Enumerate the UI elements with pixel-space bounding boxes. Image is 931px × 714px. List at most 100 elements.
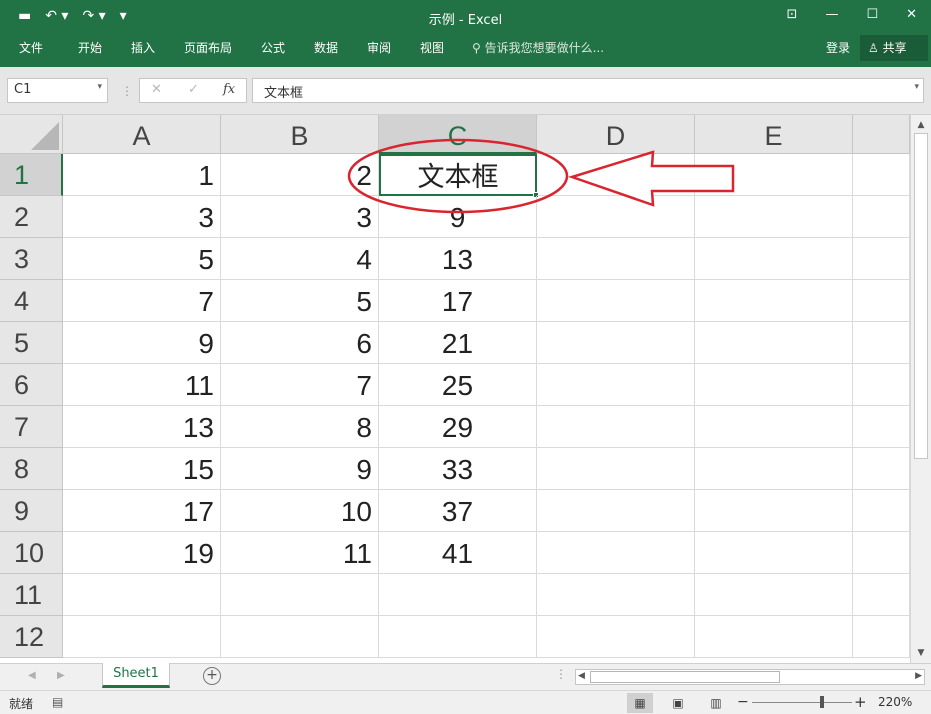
expand-formula-bar-icon[interactable]: ▾ xyxy=(914,82,919,92)
add-sheet-button[interactable]: + xyxy=(203,667,221,685)
zoom-slider-thumb[interactable] xyxy=(820,696,824,708)
cell-e9[interactable] xyxy=(695,490,853,532)
cell-b4[interactable]: 5 xyxy=(221,280,379,322)
cell-c9[interactable]: 37 xyxy=(379,490,537,532)
cell-c11[interactable] xyxy=(379,574,537,616)
cell-a1[interactable]: 1 xyxy=(63,154,221,196)
insert-function-icon[interactable]: fx xyxy=(223,82,235,97)
cell-c4[interactable]: 17 xyxy=(379,280,537,322)
cell-c6[interactable]: 25 xyxy=(379,364,537,406)
cell[interactable] xyxy=(853,154,910,196)
cell-c10[interactable]: 41 xyxy=(379,532,537,574)
sign-in-link[interactable]: 登录 xyxy=(826,39,850,56)
cell-e6[interactable] xyxy=(695,364,853,406)
row-header-12[interactable]: 12 xyxy=(0,616,63,658)
maximize-button[interactable]: ☐ xyxy=(866,5,878,25)
tab-data[interactable]: 数据 xyxy=(314,39,338,56)
cell-c12[interactable] xyxy=(379,616,537,658)
row-header-1[interactable]: 1 xyxy=(0,154,63,196)
cell-e2[interactable] xyxy=(695,196,853,238)
macro-record-icon[interactable]: ▤ xyxy=(52,695,63,709)
cell-e1[interactable] xyxy=(695,154,853,196)
enter-icon[interactable]: ✓ xyxy=(188,82,199,97)
select-all-button[interactable] xyxy=(0,115,63,154)
cell-d6[interactable] xyxy=(537,364,695,406)
cell[interactable] xyxy=(853,448,910,490)
cell-b12[interactable] xyxy=(221,616,379,658)
formula-bar-grip-icon[interactable]: ⋮ xyxy=(121,84,133,98)
scroll-left-icon[interactable]: ◀ xyxy=(578,671,585,681)
zoom-in-button[interactable]: + xyxy=(854,693,867,711)
cell-d12[interactable] xyxy=(537,616,695,658)
normal-view-button[interactable]: ▦ xyxy=(627,693,653,713)
cell-e11[interactable] xyxy=(695,574,853,616)
cell-d11[interactable] xyxy=(537,574,695,616)
row-header-9[interactable]: 9 xyxy=(0,490,63,532)
row-header-8[interactable]: 8 xyxy=(0,448,63,490)
cell[interactable] xyxy=(853,406,910,448)
cell-e8[interactable] xyxy=(695,448,853,490)
row-header-4[interactable]: 4 xyxy=(0,280,63,322)
cell-b10[interactable]: 11 xyxy=(221,532,379,574)
cell-e7[interactable] xyxy=(695,406,853,448)
ribbon-display-icon[interactable]: ⊡ xyxy=(787,5,798,25)
tab-view[interactable]: 视图 xyxy=(420,39,444,56)
cell-a4[interactable]: 7 xyxy=(63,280,221,322)
chevron-down-icon[interactable]: ▾ xyxy=(97,82,102,92)
tab-home[interactable]: 开始 xyxy=(78,39,102,56)
column-header-e[interactable]: E xyxy=(695,115,853,154)
row-header-2[interactable]: 2 xyxy=(0,196,63,238)
cell-a5[interactable]: 9 xyxy=(63,322,221,364)
cell-e10[interactable] xyxy=(695,532,853,574)
cell-a2[interactable]: 3 xyxy=(63,196,221,238)
cell-b7[interactable]: 8 xyxy=(221,406,379,448)
cell-c8[interactable]: 33 xyxy=(379,448,537,490)
cell[interactable] xyxy=(853,490,910,532)
zoom-level[interactable]: 220% xyxy=(878,695,912,709)
cell[interactable] xyxy=(853,532,910,574)
column-header-c[interactable]: C xyxy=(379,115,537,154)
cell-a10[interactable]: 19 xyxy=(63,532,221,574)
page-layout-view-button[interactable]: ▣ xyxy=(665,693,691,713)
minimize-button[interactable]: — xyxy=(825,5,838,25)
page-break-view-button[interactable]: ▥ xyxy=(703,693,729,713)
cell-b5[interactable]: 6 xyxy=(221,322,379,364)
cell-d8[interactable] xyxy=(537,448,695,490)
cell-d10[interactable] xyxy=(537,532,695,574)
zoom-out-button[interactable]: − xyxy=(737,694,749,710)
cell-c3[interactable]: 13 xyxy=(379,238,537,280)
horizontal-scrollbar[interactable]: ◀ ▶ xyxy=(575,669,925,685)
close-button[interactable]: ✕ xyxy=(906,5,917,25)
zoom-slider[interactable] xyxy=(752,702,852,703)
tab-review[interactable]: 审阅 xyxy=(367,39,391,56)
cell[interactable] xyxy=(853,196,910,238)
cell[interactable] xyxy=(853,280,910,322)
tab-formulas[interactable]: 公式 xyxy=(261,39,285,56)
cell-c7[interactable]: 29 xyxy=(379,406,537,448)
cell-c1[interactable]: 文本框 xyxy=(379,154,539,198)
cell-b1[interactable]: 2 xyxy=(221,154,379,196)
tell-me-search[interactable]: ⚲ 告诉我您想要做什么... xyxy=(472,39,604,56)
cell[interactable] xyxy=(853,238,910,280)
name-box[interactable]: C1 ▾ xyxy=(7,78,108,103)
scroll-down-icon[interactable]: ▼ xyxy=(913,645,929,661)
column-header-a[interactable]: A xyxy=(63,115,221,154)
cell-b2[interactable]: 3 xyxy=(221,196,379,238)
cell-a9[interactable]: 17 xyxy=(63,490,221,532)
cell-a7[interactable]: 13 xyxy=(63,406,221,448)
next-sheet-icon[interactable]: ▶ xyxy=(57,670,65,681)
tab-insert[interactable]: 插入 xyxy=(131,39,155,56)
cell-b3[interactable]: 4 xyxy=(221,238,379,280)
formula-input[interactable]: 文本框 ▾ xyxy=(252,78,924,103)
vertical-scroll-thumb[interactable] xyxy=(914,133,928,459)
cell-e3[interactable] xyxy=(695,238,853,280)
cell-d3[interactable] xyxy=(537,238,695,280)
share-button[interactable]: ♙ 共享 xyxy=(860,35,928,61)
row-header-11[interactable]: 11 xyxy=(0,574,63,616)
cell-a12[interactable] xyxy=(63,616,221,658)
column-header-b[interactable]: B xyxy=(221,115,379,154)
cell[interactable] xyxy=(853,322,910,364)
horizontal-scroll-thumb[interactable] xyxy=(590,671,780,683)
tab-page-layout[interactable]: 页面布局 xyxy=(184,39,232,56)
column-header-d[interactable]: D xyxy=(537,115,695,154)
